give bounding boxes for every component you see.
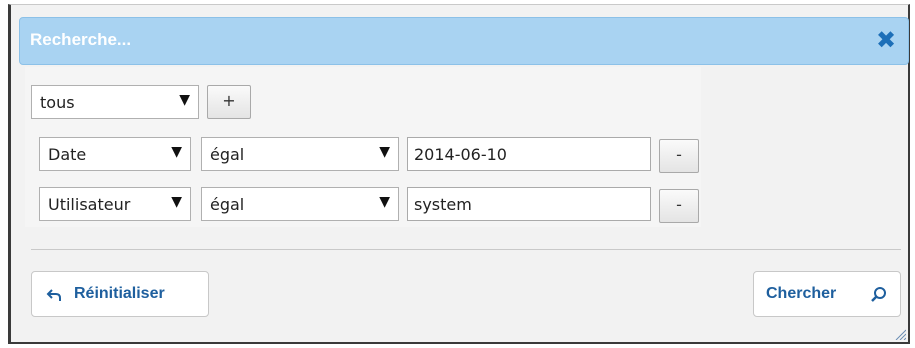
group-operator-value: tous: [40, 93, 75, 112]
field-select-date[interactable]: Date ▼: [39, 137, 191, 171]
reset-button[interactable]: Réinitialiser: [31, 271, 209, 317]
search-icon: [871, 287, 886, 302]
field-select-value: Date: [48, 145, 87, 164]
value-input-user[interactable]: system: [407, 187, 651, 221]
dropdown-arrow-icon: ▼: [379, 144, 390, 160]
field-select-value: Utilisateur: [48, 195, 131, 214]
operator-select-user[interactable]: égal ▼: [201, 187, 399, 221]
group-operator-select[interactable]: tous ▼: [31, 85, 199, 119]
dropdown-arrow-icon: ▼: [179, 92, 190, 108]
resize-handle-icon[interactable]: [894, 328, 906, 340]
add-condition-button[interactable]: +: [207, 85, 251, 119]
dropdown-arrow-icon: ▼: [171, 194, 182, 210]
operator-select-value: égal: [210, 195, 245, 214]
undo-icon: [46, 289, 61, 301]
divider: [31, 249, 901, 250]
close-icon[interactable]: ✖: [874, 27, 898, 53]
dialog-titlebar[interactable]: Recherche... ✖: [19, 17, 909, 65]
operator-select-value: égal: [210, 145, 245, 164]
search-label: Chercher: [766, 285, 837, 302]
remove-condition-button[interactable]: -: [659, 189, 699, 223]
filter-panel: tous ▼ + Date ▼ égal ▼ 2014-06-10 - Util…: [25, 67, 701, 227]
search-dialog: Recherche... ✖ tous ▼ + Date ▼ égal ▼ 20…: [8, 4, 910, 344]
dialog-title: Recherche...: [30, 30, 132, 49]
dropdown-arrow-icon: ▼: [171, 144, 182, 160]
reset-label: Réinitialiser: [74, 285, 165, 302]
dropdown-arrow-icon: ▼: [379, 194, 390, 210]
field-select-user[interactable]: Utilisateur ▼: [39, 187, 191, 221]
value-input-date[interactable]: 2014-06-10: [407, 137, 651, 171]
remove-condition-button[interactable]: -: [659, 139, 699, 173]
search-button[interactable]: Chercher: [753, 271, 901, 317]
operator-select-date[interactable]: égal ▼: [201, 137, 399, 171]
